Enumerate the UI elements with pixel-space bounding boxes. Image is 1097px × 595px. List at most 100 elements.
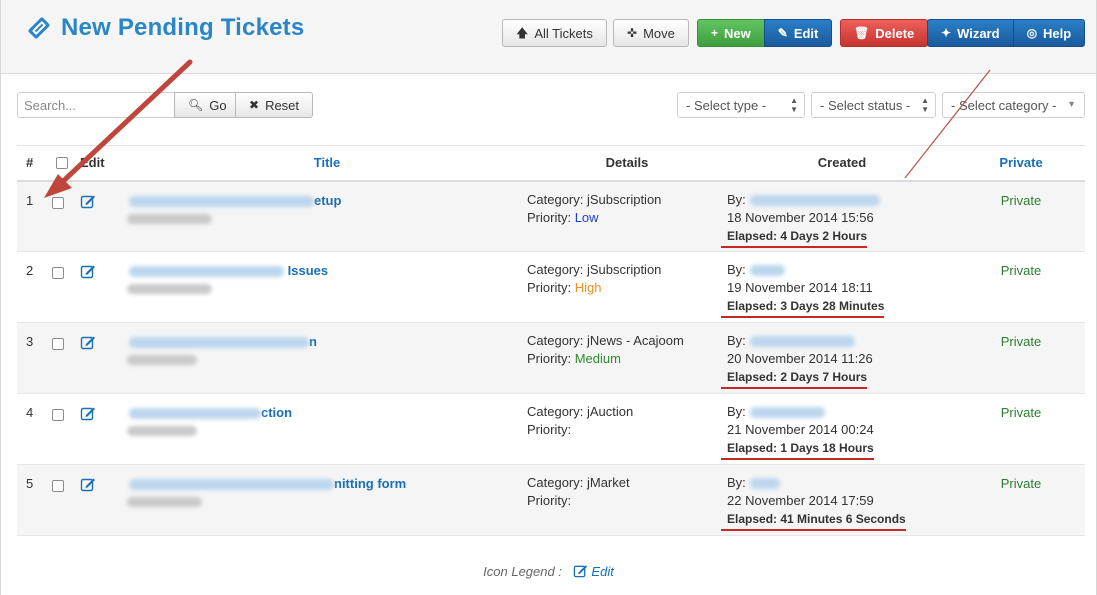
redacted-user	[749, 194, 880, 206]
ticket-title-text: Issues	[287, 263, 329, 278]
wizard-button[interactable]: ✦ Wizard	[927, 19, 1014, 47]
row-created: By: 22 November 2014 17:59 Elapsed: 41 M…	[721, 464, 957, 536]
move-label: Move	[643, 25, 675, 41]
priority-line: Priority: High	[527, 279, 727, 297]
edit-icon[interactable]	[80, 476, 96, 492]
elapsed-text: Elapsed: 2 Days 7 Hours	[721, 368, 868, 389]
row-checkbox[interactable]	[52, 480, 64, 492]
row-title-cell[interactable]: Issues	[127, 251, 527, 323]
move-group: ✜ Move	[613, 19, 689, 47]
ticket-title-text: ction	[261, 405, 293, 420]
select-type[interactable]: - Select type - ▲ ▼	[677, 92, 805, 118]
row-created: By: 20 November 2014 11:26 Elapsed: 2 Da…	[721, 322, 957, 394]
all-tickets-group: 🡅 All Tickets	[502, 19, 607, 47]
redacted-user	[749, 265, 785, 277]
select-status[interactable]: - Select status - ▲ ▼	[811, 92, 936, 118]
col-title-link[interactable]: Title	[314, 155, 341, 170]
edit-icon[interactable]	[80, 405, 96, 421]
page-title: New Pending Tickets	[61, 14, 305, 41]
elapsed-text: Elapsed: 1 Days 18 Hours	[721, 439, 874, 460]
created-by: By:	[727, 474, 957, 492]
search-icon: 🔍︎	[188, 98, 204, 112]
row-edit-cell	[77, 180, 127, 252]
all-tickets-button[interactable]: 🡅 All Tickets	[502, 19, 607, 47]
created-by: By:	[727, 403, 957, 421]
elapsed-text: Elapsed: 4 Days 2 Hours	[721, 227, 868, 248]
priority-line: Priority:	[527, 492, 727, 510]
row-created: By: 21 November 2014 00:24 Elapsed: 1 Da…	[721, 393, 957, 465]
search-input[interactable]	[17, 92, 175, 118]
ticket-title-link[interactable]: n	[129, 334, 527, 349]
ticket-title-link[interactable]: etup	[129, 193, 527, 208]
edit-icon: ✎	[777, 26, 788, 40]
edit-icon[interactable]	[80, 193, 96, 209]
select-all-checkbox[interactable]	[56, 156, 68, 169]
redacted-user	[749, 407, 825, 419]
col-created: Created	[727, 145, 957, 182]
new-edit-group: + New ✎ Edit	[697, 19, 833, 47]
created-date: 22 November 2014 17:59	[727, 493, 874, 508]
row-checkbox[interactable]	[52, 267, 64, 279]
by-label: By:	[727, 404, 746, 419]
select-category-value: - Select category -	[951, 97, 1057, 113]
help-label: Help	[1043, 25, 1072, 41]
category-text: Category: jAuction	[527, 404, 634, 419]
col-private[interactable]: Private	[957, 145, 1085, 182]
priority-label: Priority:	[527, 280, 572, 295]
table-row: 2 Issues Category: jSubscription Priorit…	[17, 251, 1085, 323]
redacted-user	[749, 478, 780, 490]
priority-value: Medium	[574, 351, 621, 366]
col-details: Details	[527, 145, 727, 182]
select-status-value: - Select status -	[820, 97, 911, 113]
ticket-title-link[interactable]: ction	[129, 405, 527, 420]
created-date: 21 November 2014 00:24	[727, 422, 874, 437]
updown-icon: ▲ ▼	[790, 96, 798, 114]
row-select-cell	[47, 322, 77, 394]
ticket-title-link[interactable]: Issues	[129, 263, 527, 278]
edit-icon[interactable]	[80, 263, 96, 279]
table-row: 1 etup Category: jSubscription Priority:…	[17, 180, 1085, 252]
select-type-value: - Select type -	[686, 97, 767, 113]
select-category[interactable]: - Select category - ▼	[942, 92, 1085, 118]
priority-label: Priority:	[527, 493, 572, 508]
row-title-cell[interactable]: ction	[127, 393, 527, 465]
row-edit-cell	[77, 393, 127, 465]
arrow-up-icon: 🡅	[516, 26, 529, 40]
row-title-cell[interactable]: n	[127, 322, 527, 394]
delete-label: Delete	[875, 25, 915, 41]
col-private-link[interactable]: Private	[999, 155, 1042, 170]
delete-button[interactable]: 🗑 Delete	[840, 19, 929, 47]
col-title[interactable]: Title	[127, 145, 527, 182]
new-button[interactable]: + New	[697, 19, 765, 47]
magic-wand-icon: ✦	[941, 26, 952, 40]
row-edit-cell	[77, 322, 127, 394]
move-button[interactable]: ✜ Move	[613, 19, 689, 47]
row-checkbox[interactable]	[52, 409, 64, 421]
priority-label: Priority:	[527, 351, 572, 366]
row-checkbox[interactable]	[52, 196, 64, 209]
edit-icon[interactable]	[80, 334, 96, 350]
by-label: By:	[727, 333, 746, 348]
table-row: 4 ction Category: jAuction Priority: By:…	[17, 393, 1085, 465]
annotation-underline	[721, 245, 868, 248]
ticket-title-link[interactable]: nitting form	[129, 476, 527, 491]
ticket-title-text: nitting form	[334, 476, 407, 491]
row-title-cell[interactable]: nitting form	[127, 464, 527, 536]
tickets-table: # Edit Title Details Created Private 1 e…	[17, 145, 1085, 536]
trash-icon: 🗑	[854, 26, 870, 40]
edit-button[interactable]: ✎ Edit	[763, 19, 833, 47]
col-num: #	[17, 145, 47, 182]
delete-group: 🗑 Delete	[840, 19, 929, 47]
row-title-cell[interactable]: etup	[127, 180, 527, 252]
go-button[interactable]: 🔍︎ Go	[174, 92, 241, 118]
row-checkbox[interactable]	[52, 338, 64, 350]
row-details: Category: jMarket Priority:	[527, 464, 727, 536]
row-details: Category: jSubscription Priority: High	[527, 251, 727, 323]
help-button[interactable]: ◎ Help	[1012, 19, 1086, 47]
elapsed-text: Elapsed: 3 Days 28 Minutes	[721, 297, 885, 318]
private-status: Private	[957, 393, 1085, 465]
category-text: Category: jNews - Acajoom	[527, 333, 684, 348]
reset-button[interactable]: ✖ Reset	[235, 92, 314, 118]
redacted-title	[129, 479, 334, 491]
category-text: Category: jSubscription	[527, 191, 662, 207]
